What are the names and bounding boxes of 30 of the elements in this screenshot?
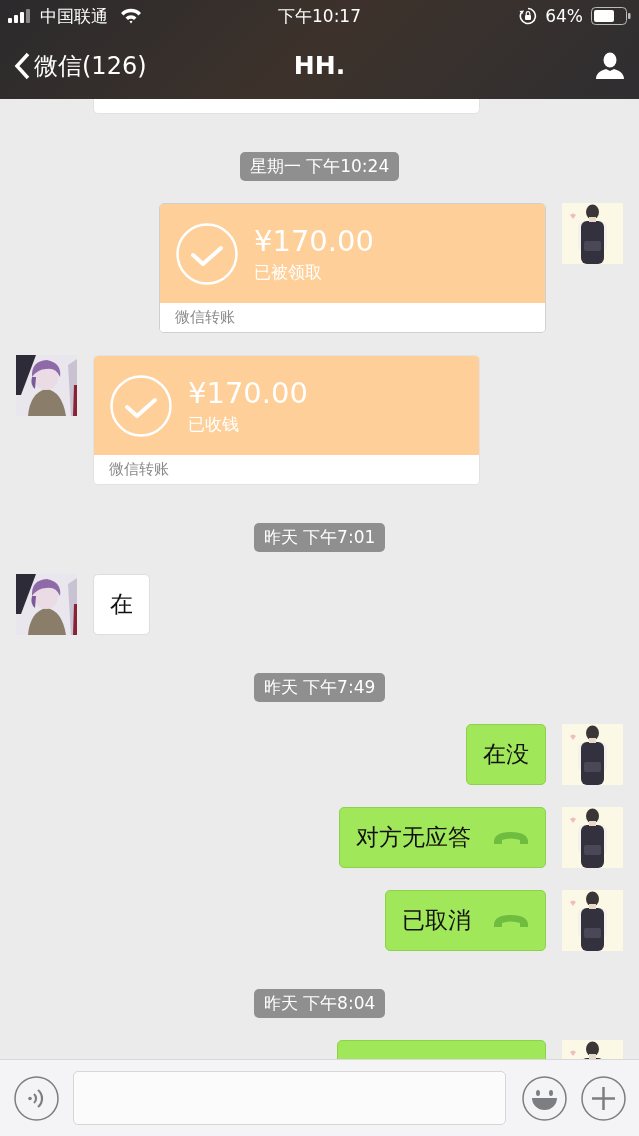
timestamp: 昨天 下午7:01 bbox=[253, 523, 386, 552]
transfer-card[interactable]: ¥170.00 已被领取 微信转账 bbox=[159, 203, 546, 333]
voice-button[interactable] bbox=[14, 1075, 59, 1121]
transfer-amount: ¥170.00 bbox=[188, 374, 308, 411]
transfer-status: 已被领取 bbox=[254, 260, 323, 284]
battery-percent: 64% bbox=[545, 6, 583, 26]
timestamp: 昨天 下午7:49 bbox=[253, 673, 386, 702]
chat-title: HH. bbox=[293, 51, 346, 80]
check-circle-icon bbox=[110, 374, 172, 437]
add-button[interactable] bbox=[581, 1075, 626, 1121]
message-bubble: 在没 bbox=[466, 724, 546, 785]
transfer-amount: ¥170.00 bbox=[254, 222, 374, 259]
call-status: 对方无应答 bbox=[356, 823, 471, 852]
message-input[interactable] bbox=[73, 1071, 506, 1125]
back-button[interactable]: 微信(126) bbox=[14, 49, 147, 82]
carrier-name: 中国联通 bbox=[40, 4, 108, 28]
emoji-button[interactable] bbox=[522, 1075, 567, 1121]
timestamp: 昨天 下午8:04 bbox=[253, 989, 386, 1018]
check-circle-icon bbox=[176, 222, 238, 285]
back-icon bbox=[14, 51, 30, 80]
message-bubble: 在 bbox=[93, 574, 150, 635]
battery-icon bbox=[591, 7, 631, 25]
call-status: 已取消 bbox=[402, 906, 471, 935]
wifi-icon bbox=[120, 8, 142, 24]
timestamp: 星期一 下午10:24 bbox=[239, 152, 400, 181]
transfer-card[interactable]: ¥170.00 已收钱 微信转账 bbox=[93, 355, 480, 485]
status-time: 下午10:17 bbox=[278, 4, 361, 28]
transfer-status: 已收钱 bbox=[188, 412, 240, 436]
profile-icon[interactable] bbox=[595, 51, 625, 80]
rotation-lock-icon bbox=[519, 7, 538, 25]
